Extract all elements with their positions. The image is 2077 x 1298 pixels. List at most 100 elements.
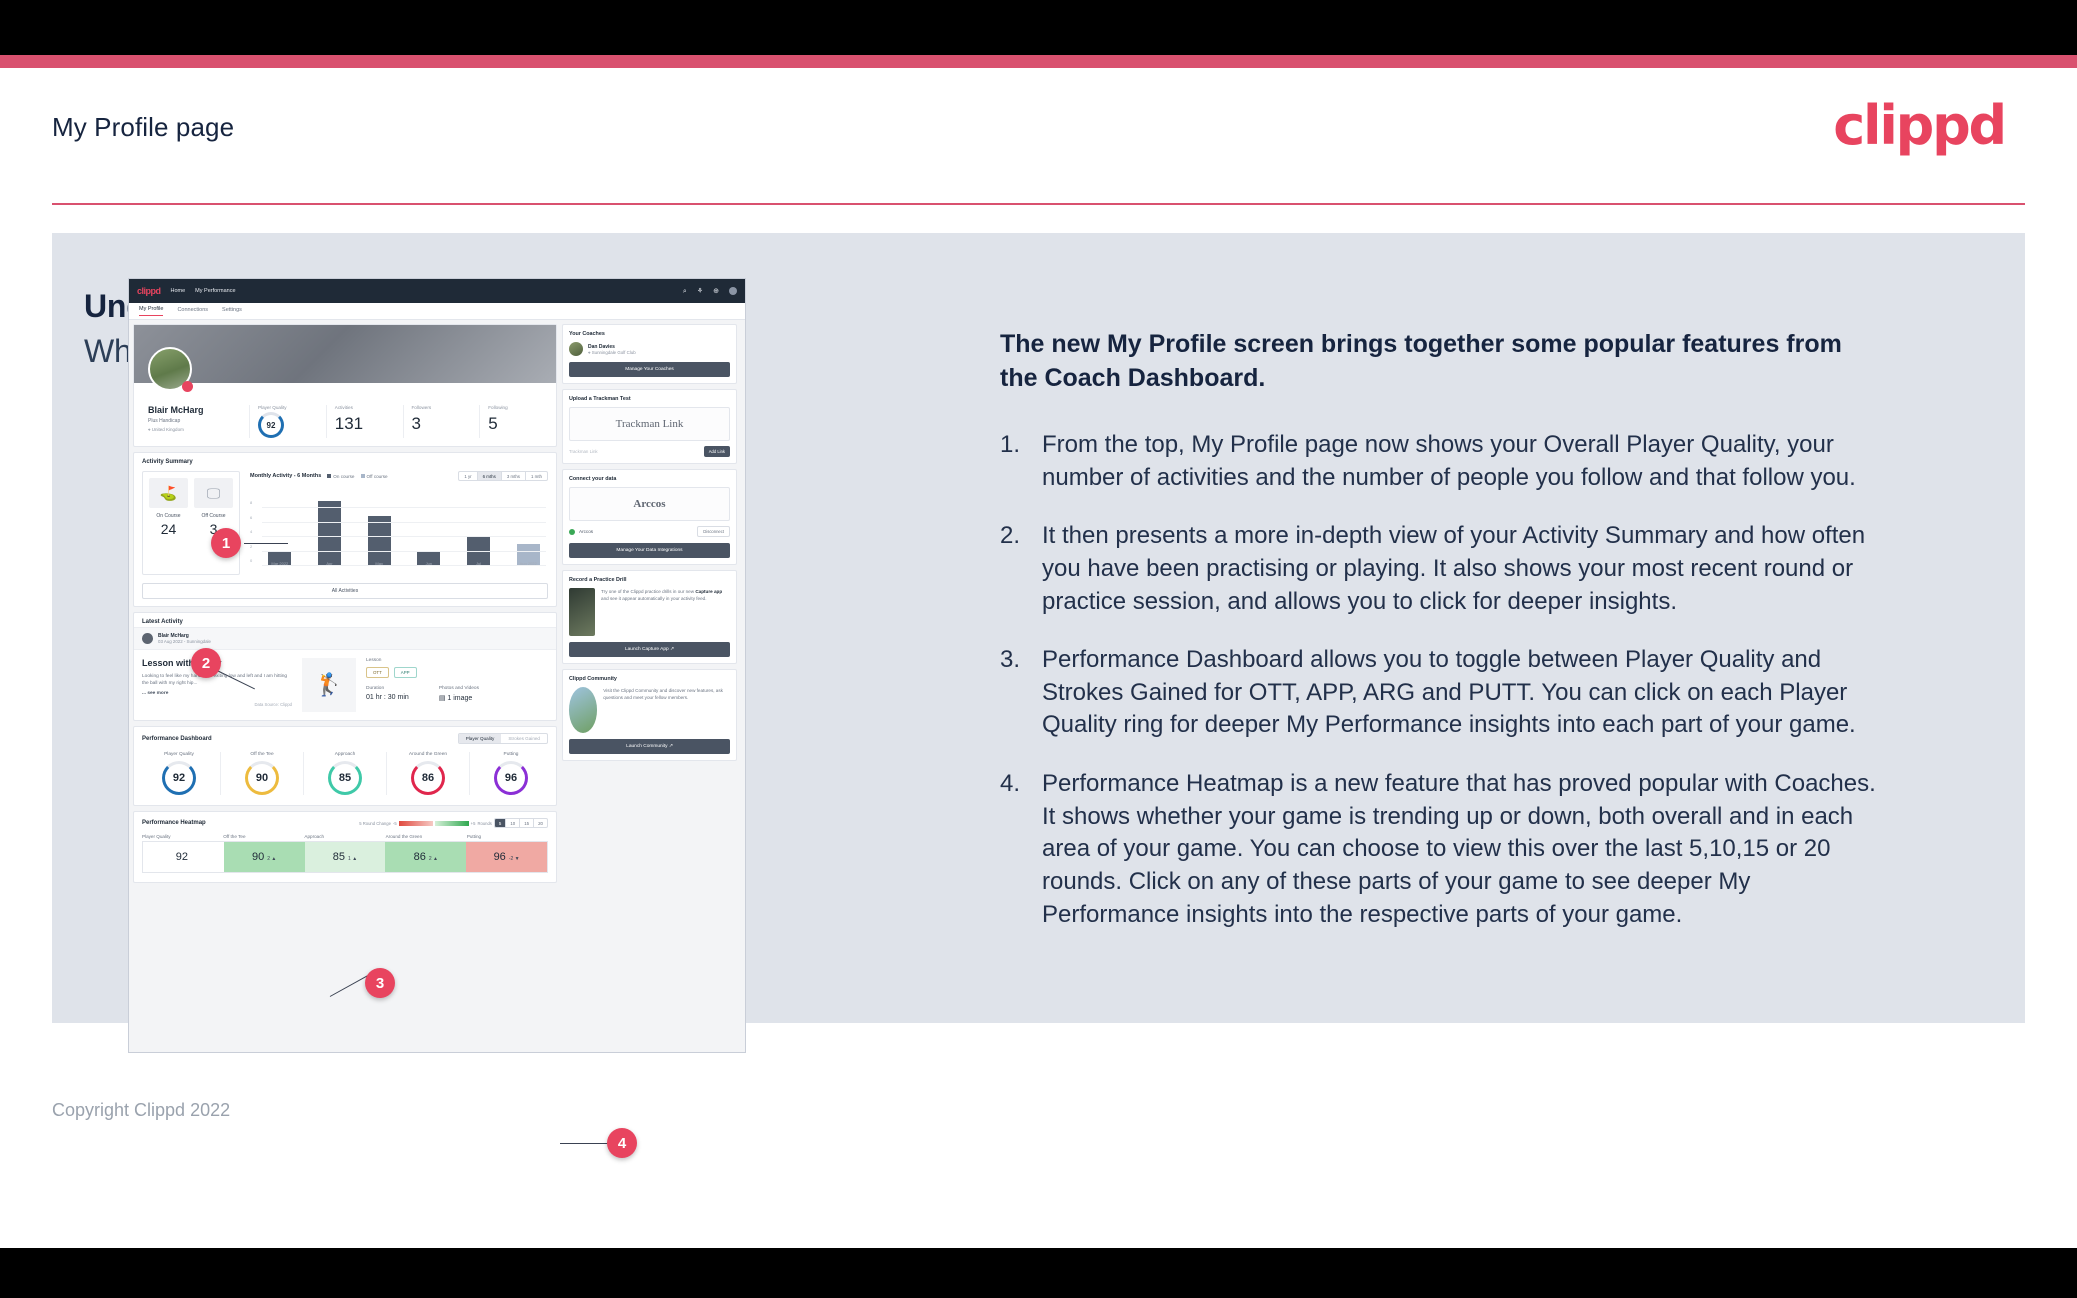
stat-following[interactable]: Following 5 (479, 405, 556, 438)
ring-around-the-green[interactable]: Around the Green 86 (387, 752, 470, 795)
manage-coaches-button[interactable]: Manage Your Coaches (569, 362, 730, 377)
trackman-title: Upload a Trackman Test (569, 396, 631, 402)
coach-row[interactable]: Dan Davies ⌖ Sunningdale Golf Club (569, 342, 730, 356)
range-selector[interactable]: 1 yr 6 mths 3 mths 1 mth (458, 471, 548, 481)
heatmap-cell-player-quality[interactable]: 92 (143, 842, 224, 872)
ring-approach[interactable]: Approach 85 (304, 752, 387, 795)
metric-toggle[interactable]: Player Quality Strokes Gained (457, 733, 548, 744)
ring-putting[interactable]: Putting 96 (470, 752, 552, 795)
chart-bar-column[interactable]: Aug 2022 (510, 494, 546, 566)
duration-label: Duration (366, 686, 385, 691)
profile-stats-row: Blair McHarg Plus Handicap ⌖ United King… (134, 383, 556, 446)
see-more-link[interactable]: ... see more (142, 691, 292, 696)
stat-followers[interactable]: Followers 3 (402, 405, 480, 438)
slide-header: My Profile page clippd (0, 68, 2077, 203)
activity-description: Looking to feel like my hands are exitin… (142, 674, 288, 687)
arccos-chip-label: Arccos (579, 529, 594, 534)
ring-player-quality[interactable]: Player Quality 92 (138, 752, 221, 795)
profile-location: ⌖ United Kingdom (148, 427, 184, 432)
chart-bar-column[interactable]: Apr (312, 494, 348, 566)
trackman-link-input[interactable]: Trackman Link (569, 449, 700, 454)
tab-my-profile[interactable]: My Profile (139, 306, 164, 316)
heatmap-scale: 5 Round Change -5 +5 Rounds 5 10 15 20 (359, 818, 548, 828)
heatmap-cell-around-the-green[interactable]: 86 2 ▲ (385, 842, 467, 872)
heatmap-cell-putting[interactable]: 96 -2 ▼ (466, 842, 547, 872)
list-item-text: Performance Dashboard allows you to togg… (1042, 646, 1856, 739)
add-circle-icon[interactable]: ⊕ (713, 288, 719, 295)
cell-delta: -2 ▼ (508, 856, 520, 862)
leader-line-1 (244, 543, 288, 544)
rounds-20[interactable]: 20 (534, 819, 547, 827)
trackman-logo-box: Trackman Link (569, 407, 730, 441)
manage-integrations-button[interactable]: Manage Your Data Integrations (569, 543, 730, 558)
range-1yr[interactable]: 1 yr (459, 472, 478, 480)
chart-y-tick: 4 (250, 529, 253, 535)
list-item-number: 1. (1000, 431, 1021, 458)
chart-gridline (262, 536, 546, 538)
launch-community-button[interactable]: Launch Community ↗ (569, 739, 730, 754)
practice-drill-card: Record a Practice Drill Try one of the C… (562, 570, 737, 664)
range-6mths[interactable]: 6 mths (477, 472, 502, 480)
slide-canvas: My Profile page clippd Understand your P… (0, 68, 2077, 1248)
add-link-button[interactable]: Add Link (703, 446, 730, 457)
chart-bar-column[interactable]: May (361, 494, 397, 566)
copyright-text: Copyright Clippd 2022 (52, 1100, 231, 1120)
golf-swing-icon: 🏌 (302, 658, 356, 712)
cell-value: 90 (252, 851, 265, 863)
on-course-label: On Course (156, 513, 181, 519)
coach-club: ⌖ Sunningdale Golf Club (588, 349, 636, 355)
heatmap-cell-off-the-tee[interactable]: 90 2 ▲ (223, 842, 305, 872)
activity-media: Photos and Videos ▤ 1 image (439, 686, 479, 702)
notes-lead: The new My Profile screen brings togethe… (1000, 330, 1842, 392)
callout-marker-4: 4 (607, 1128, 637, 1158)
your-coaches-title: Your Coaches (569, 331, 605, 337)
rounds-10[interactable]: 10 (506, 819, 521, 827)
stat-activities[interactable]: Activities 131 (325, 405, 403, 438)
all-activities-button[interactable]: All Activities (142, 583, 548, 599)
media-value: ▤ 1 image (438, 695, 473, 702)
arccos-logo-box: Arccos (569, 487, 730, 521)
search-icon[interactable]: ⌕ (683, 288, 687, 295)
list-item-text: It then presents a more in-depth view of… (1042, 522, 1866, 615)
positive-gradient (434, 820, 469, 826)
trackman-input-row: Trackman Link Add Link (569, 446, 730, 457)
list-item: 4. Performance Heatmap is a new feature … (1000, 768, 1880, 931)
scale-label: 5 Round Change (359, 820, 391, 826)
off-course-label: Off Course (201, 513, 226, 519)
stat-player-quality[interactable]: Player Quality 92 (249, 405, 326, 438)
app-logo: clippd (137, 286, 161, 296)
stat-value: 5 (488, 414, 498, 433)
toggle-player-quality[interactable]: Player Quality (458, 734, 502, 743)
chart-bar-column[interactable]: Jul (461, 494, 497, 566)
profile-name: Blair McHarg (148, 405, 204, 415)
chart-bar-column[interactable]: Jun (411, 494, 447, 566)
range-3mths[interactable]: 3 mths (502, 472, 527, 480)
range-1mth[interactable]: 1 mth (526, 472, 547, 480)
heatmap-cell-approach[interactable]: 85 1 ▲ (304, 842, 386, 872)
rounds-15[interactable]: 15 (520, 819, 535, 827)
ring-label: Approach (334, 752, 356, 757)
rounds-selector[interactable]: 5 10 15 20 (493, 818, 548, 828)
community-text: Visit the Clippd Community and discover … (603, 688, 723, 701)
ring-value: 90 (245, 761, 279, 795)
chart-bar-column[interactable]: Mar 2022 (262, 494, 298, 566)
launch-capture-app-button[interactable]: Launch Capture App ↗ (569, 642, 730, 657)
profile-card: Blair McHarg Plus Handicap ⌖ United King… (133, 324, 557, 447)
leader-line-4 (560, 1143, 612, 1144)
stat-label: Followers (411, 405, 432, 410)
performance-heatmap-title: Performance Heatmap (142, 820, 206, 826)
avatar-icon[interactable] (729, 287, 737, 295)
nav-link-my-performance[interactable]: My Performance (195, 288, 235, 294)
community-icon[interactable]: ⚘ (697, 288, 703, 295)
edit-avatar-icon[interactable] (182, 381, 193, 392)
activity-duration: Duration 01 hr : 30 min (366, 686, 409, 702)
chart-gridline (262, 565, 546, 566)
tab-settings[interactable]: Settings (222, 307, 242, 316)
ring-off-the-tee[interactable]: Off the Tee 90 (221, 752, 304, 795)
nav-link-home[interactable]: Home (171, 288, 186, 294)
tab-connections[interactable]: Connections (177, 307, 208, 316)
toggle-strokes-gained[interactable]: Strokes Gained (501, 734, 547, 743)
list-item-number: 3. (1000, 646, 1021, 674)
disconnect-button[interactable]: Disconnect (697, 526, 730, 537)
rounds-5[interactable]: 5 (494, 819, 507, 827)
